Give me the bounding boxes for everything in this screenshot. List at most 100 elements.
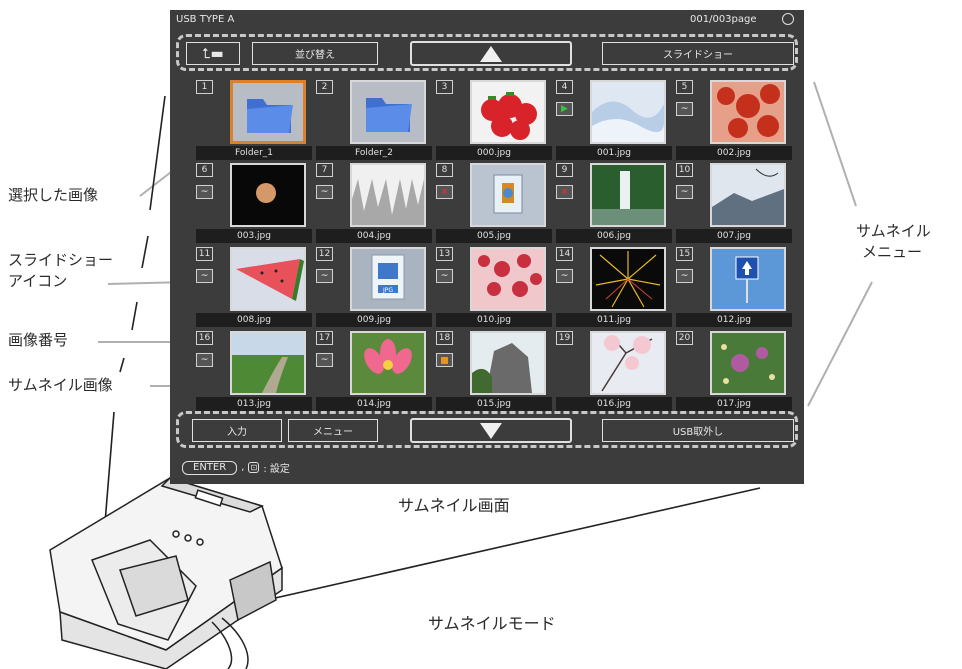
label-slideshow-icon-line2: アイコン — [8, 272, 68, 290]
thumbnail-image[interactable] — [590, 331, 666, 395]
navigate-icon[interactable] — [782, 13, 794, 25]
parent-folder-button[interactable]: ⮤▬ — [186, 42, 240, 65]
thumbnail-cell[interactable]: 4 ▶ 001.jpg — [556, 80, 672, 162]
callout-menu-top — [813, 81, 857, 207]
slideshow-icon: ~ — [316, 353, 333, 367]
image-number: 15 — [676, 247, 693, 261]
thumbnail-cell[interactable]: 16 ~013.jpg — [196, 331, 312, 413]
thumbnail-cell[interactable]: 19 016.jpg — [556, 331, 672, 413]
page-indicator: 001/003page — [690, 14, 757, 25]
usb-remove-button[interactable]: USB取外し — [602, 419, 794, 442]
slideshow-icon: ~ — [436, 269, 453, 283]
image-number: 16 — [196, 331, 213, 345]
image-number: 17 — [316, 331, 333, 345]
thumbnail-cell[interactable]: 6 ~003.jpg — [196, 163, 312, 245]
label-thumbnail-menu-line1: サムネイル — [856, 222, 931, 240]
scroll-up-button[interactable] — [410, 41, 572, 66]
thumbnail-cell[interactable]: 13 ~010.jpg — [436, 247, 552, 329]
label-thumbnail-menu-line2: メニュー — [862, 243, 923, 261]
folder-icon[interactable] — [230, 80, 306, 144]
file-name: 011.jpg — [556, 313, 672, 327]
thumbnail-cell[interactable]: 9 × 006.jpg — [556, 163, 672, 245]
stop-icon — [436, 353, 453, 367]
up-arrow-icon — [480, 45, 502, 62]
error-icon: × — [436, 185, 453, 199]
thumbnail-cell[interactable]: 20 017.jpg — [676, 331, 792, 413]
image-number: 2 — [316, 80, 333, 94]
thumbnail-image[interactable] — [470, 163, 546, 227]
image-number: 5 — [676, 80, 693, 94]
file-name: 002.jpg — [676, 146, 792, 160]
thumbnail-image[interactable] — [470, 80, 546, 144]
label-selected-image: 選択した画像 — [8, 186, 99, 204]
file-name: 010.jpg — [436, 313, 552, 327]
enter-icon: ⊡ — [248, 462, 260, 473]
down-arrow-icon — [480, 422, 502, 439]
source-label: USB TYPE A — [176, 14, 235, 25]
thumbnail-image[interactable] — [710, 331, 786, 395]
image-number: 6 — [196, 163, 213, 177]
slideshow-button[interactable]: スライドショー — [602, 42, 794, 65]
thumbnail-image[interactable] — [590, 163, 666, 227]
slideshow-icon: ~ — [196, 353, 213, 367]
file-name: Folder_2 — [316, 146, 432, 160]
callout-menu-bottom — [807, 281, 873, 407]
thumbnail-image[interactable]: JPG — [350, 247, 426, 311]
thumbnail-cell[interactable]: 2 Folder_2 — [316, 80, 432, 162]
thumbnail-image[interactable] — [470, 247, 546, 311]
label-slideshow-icon-line1: スライドショー — [8, 251, 114, 269]
file-name: 004.jpg — [316, 229, 432, 243]
thumbnail-cell[interactable]: 3 000.jpg — [436, 80, 552, 162]
file-name: 015.jpg — [436, 397, 552, 411]
image-number: 19 — [556, 331, 573, 345]
thumbnail-cell[interactable]: 15 ~012.jpg — [676, 247, 792, 329]
thumbnail-cell[interactable]: 1 Folder_1 — [196, 80, 312, 162]
thumbnail-image[interactable] — [590, 247, 666, 311]
label-image-number: 画像番号 — [8, 331, 69, 349]
thumbnail-image[interactable] — [230, 331, 306, 395]
file-name: 007.jpg — [676, 229, 792, 243]
thumbnail-image[interactable] — [590, 80, 666, 144]
thumbnail-image[interactable] — [350, 163, 426, 227]
svg-text:JPG: JPG — [382, 287, 393, 294]
file-name: 005.jpg — [436, 229, 552, 243]
thumbnail-cell[interactable]: 11 ~008.jpg — [196, 247, 312, 329]
thumbnail-cell[interactable]: 17 ~014.jpg — [316, 331, 432, 413]
file-name: 008.jpg — [196, 313, 312, 327]
thumbnail-image[interactable] — [710, 80, 786, 144]
slideshow-icon: ~ — [316, 269, 333, 283]
file-name: 013.jpg — [196, 397, 312, 411]
thumbnail-image[interactable] — [230, 247, 306, 311]
image-number: 3 — [436, 80, 453, 94]
sort-button[interactable]: 並び替え — [252, 42, 378, 65]
slideshow-icon: ~ — [196, 269, 213, 283]
thumbnail-cell[interactable]: 5 ~002.jpg — [676, 80, 792, 162]
thumbnail-cell[interactable]: 12 ~ JPG 009.jpg — [316, 247, 432, 329]
slideshow-icon: ~ — [676, 185, 693, 199]
folder-icon[interactable] — [350, 80, 426, 144]
input-button[interactable]: 入力 — [192, 419, 282, 442]
thumbnail-image[interactable] — [710, 163, 786, 227]
menu-button[interactable]: メニュー — [288, 419, 378, 442]
thumbnail-cell[interactable]: 18 015.jpg — [436, 331, 552, 413]
thumbnail-cell[interactable]: 8 × 005.jpg — [436, 163, 552, 245]
label-thumbnail-image: サムネイル画像 — [8, 376, 113, 394]
scroll-down-button[interactable] — [410, 418, 572, 443]
image-number: 12 — [316, 247, 333, 261]
thumbnail-image[interactable] — [350, 331, 426, 395]
thumbnail-image[interactable] — [230, 163, 306, 227]
thumbnail-cell[interactable]: 14 ~011.jpg — [556, 247, 672, 329]
thumbnail-image[interactable] — [710, 247, 786, 311]
slideshow-icon: ~ — [196, 185, 213, 199]
footer-action: : 設定 — [263, 464, 290, 475]
label-thumbnail-screen: サムネイル画面 — [398, 496, 510, 515]
thumbnail-cell[interactable]: 10 ~007.jpg — [676, 163, 792, 245]
thumbnail-image[interactable] — [470, 331, 546, 395]
file-name: 003.jpg — [196, 229, 312, 243]
image-number: 20 — [676, 331, 693, 345]
file-name: 016.jpg — [556, 397, 672, 411]
file-name: 014.jpg — [316, 397, 432, 411]
thumbnail-cell[interactable]: 7 ~004.jpg — [316, 163, 432, 245]
image-number: 13 — [436, 247, 453, 261]
play-icon: ▶ — [556, 102, 573, 116]
